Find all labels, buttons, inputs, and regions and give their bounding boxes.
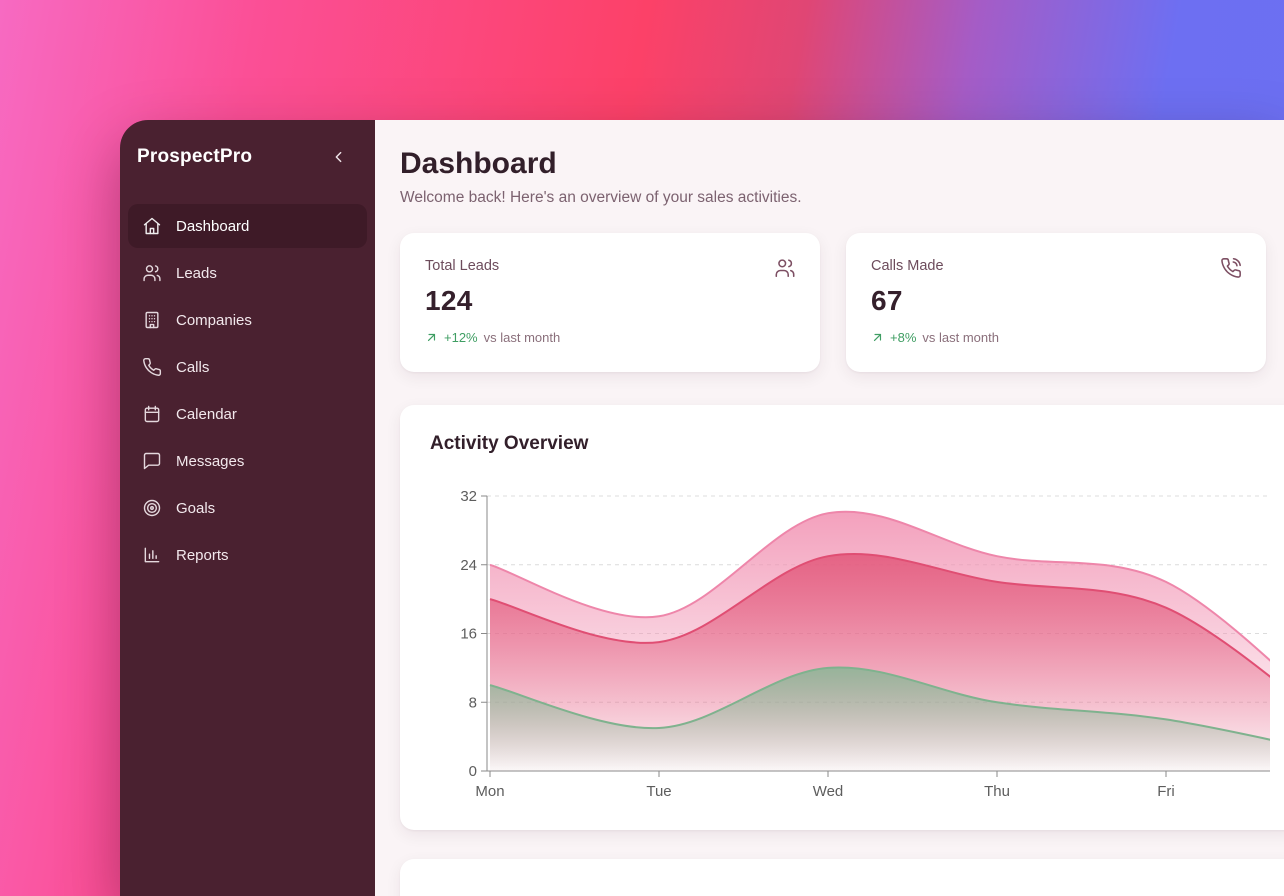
sidebar-item-dashboard[interactable]: Dashboard bbox=[128, 204, 367, 248]
sidebar-item-companies[interactable]: Companies bbox=[128, 298, 367, 342]
building-icon bbox=[142, 310, 162, 330]
sidebar-item-calendar[interactable]: Calendar bbox=[128, 392, 367, 436]
sidebar-item-label: Companies bbox=[176, 312, 252, 329]
sidebar: ProspectPro Dashboard Leads Companies Calls… bbox=[120, 120, 375, 896]
arrow-up-right-icon bbox=[871, 331, 884, 344]
arrow-up-right-icon bbox=[425, 331, 438, 344]
svg-text:16: 16 bbox=[460, 626, 477, 643]
svg-text:Tue: Tue bbox=[646, 783, 671, 800]
stat-label: Total Leads bbox=[425, 258, 795, 274]
trend-percent: +12% bbox=[444, 330, 478, 345]
sidebar-item-label: Calendar bbox=[176, 406, 237, 423]
users-icon bbox=[142, 263, 162, 283]
stat-trend: +8% vs last month bbox=[871, 330, 1241, 345]
sidebar-item-reports[interactable]: Reports bbox=[128, 533, 367, 577]
sidebar-collapse-button[interactable] bbox=[329, 147, 349, 167]
trend-percent: +8% bbox=[890, 330, 916, 345]
sidebar-nav: Dashboard Leads Companies Calls Calendar Mess… bbox=[120, 204, 375, 577]
message-square-icon bbox=[142, 451, 162, 471]
stat-value: 67 bbox=[871, 285, 1241, 317]
page-title: Dashboard bbox=[400, 146, 1284, 182]
page-subtitle: Welcome back! Here's an overview of your… bbox=[400, 189, 1284, 207]
sidebar-item-label: Calls bbox=[176, 359, 209, 376]
stats-row: Total Leads124+12%vs last monthCalls Mad… bbox=[400, 233, 1284, 372]
sidebar-item-goals[interactable]: Goals bbox=[128, 486, 367, 530]
sidebar-item-label: Reports bbox=[176, 547, 229, 564]
svg-text:Thu: Thu bbox=[984, 783, 1010, 800]
target-icon bbox=[142, 498, 162, 518]
calendar-icon bbox=[142, 404, 162, 424]
phone-call-icon bbox=[1220, 257, 1242, 279]
next-section-card bbox=[400, 859, 1284, 896]
stat-card-calls-made: Calls Made 67 +8% vs last month bbox=[846, 233, 1266, 372]
svg-text:Mon: Mon bbox=[475, 783, 504, 800]
svg-text:24: 24 bbox=[460, 557, 477, 574]
home-icon bbox=[142, 216, 162, 236]
stat-card-total-leads: Total Leads 124 +12% vs last month bbox=[400, 233, 820, 372]
chart-title: Activity Overview bbox=[430, 433, 1270, 455]
stat-value: 124 bbox=[425, 285, 795, 317]
users-icon bbox=[774, 257, 796, 279]
activity-area-chart: 08162432MonTueWedThuFriSat bbox=[430, 483, 1270, 813]
main-content: Dashboard Welcome back! Here's an overvi… bbox=[375, 120, 1284, 896]
sidebar-item-label: Messages bbox=[176, 453, 244, 470]
stat-icon-wrap bbox=[1220, 257, 1242, 284]
phone-icon bbox=[142, 357, 162, 377]
activity-overview-card: Activity Overview 0 8 16 24 32 Mon Tue Wed Thu Fr… bbox=[400, 405, 1284, 830]
svg-text:0: 0 bbox=[469, 763, 477, 780]
app-logo: ProspectPro bbox=[137, 146, 252, 168]
svg-text:Fri: Fri bbox=[1157, 783, 1175, 800]
svg-text:8: 8 bbox=[469, 694, 477, 711]
sidebar-item-leads[interactable]: Leads bbox=[128, 251, 367, 295]
stat-icon-wrap bbox=[774, 257, 796, 284]
trend-note: vs last month bbox=[484, 330, 561, 345]
sidebar-item-label: Leads bbox=[176, 265, 217, 282]
app-window: ProspectPro Dashboard Leads Companies Calls… bbox=[120, 120, 1284, 896]
trend-note: vs last month bbox=[922, 330, 999, 345]
bar-chart-icon bbox=[142, 545, 162, 565]
sidebar-header: ProspectPro bbox=[120, 120, 375, 168]
stat-trend: +12% vs last month bbox=[425, 330, 795, 345]
stat-label: Calls Made bbox=[871, 258, 1241, 274]
sidebar-item-calls[interactable]: Calls bbox=[128, 345, 367, 389]
chevron-left-icon bbox=[331, 149, 347, 165]
sidebar-item-label: Goals bbox=[176, 500, 215, 517]
desktop-background: ProspectPro Dashboard Leads Companies Calls… bbox=[0, 0, 1284, 896]
sidebar-item-messages[interactable]: Messages bbox=[128, 439, 367, 483]
svg-text:Wed: Wed bbox=[813, 783, 844, 800]
svg-text:32: 32 bbox=[460, 488, 477, 505]
sidebar-item-label: Dashboard bbox=[176, 218, 249, 235]
